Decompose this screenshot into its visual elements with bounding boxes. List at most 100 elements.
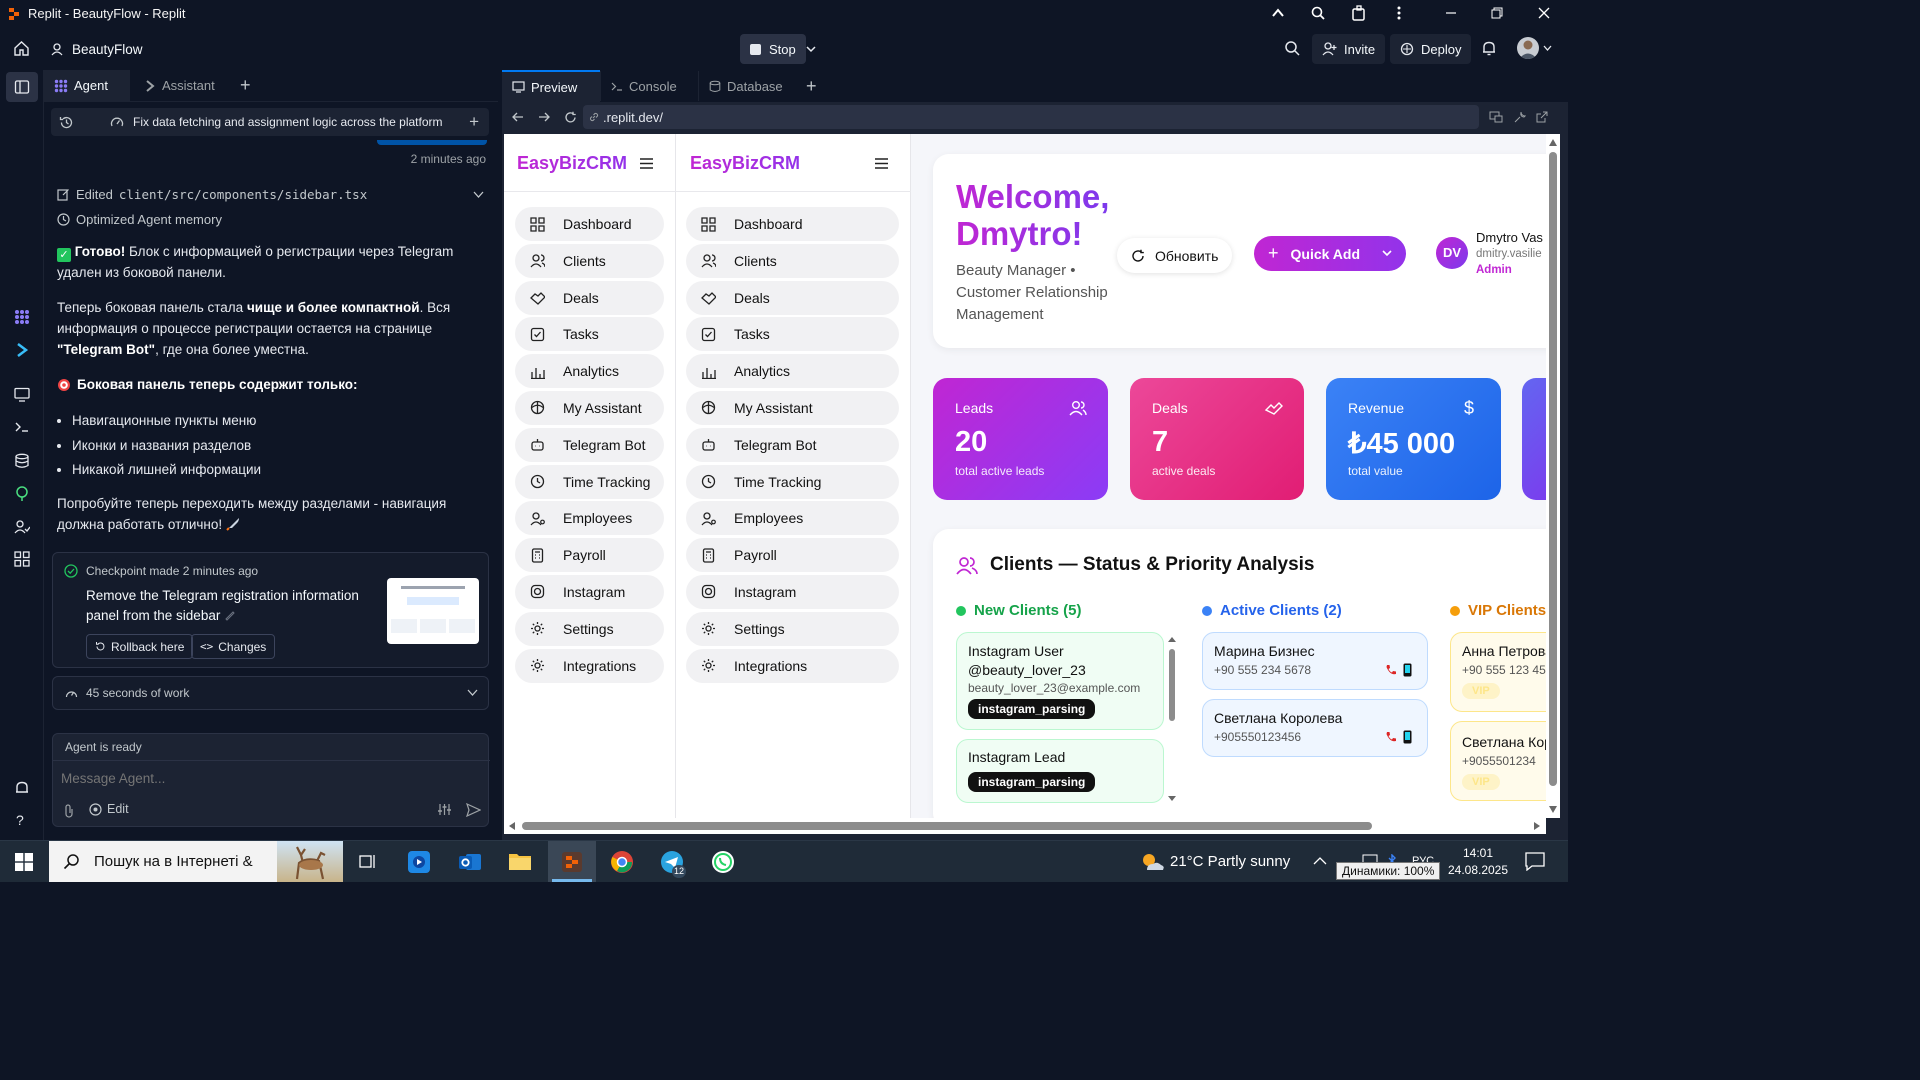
phone-icon[interactable] — [1385, 731, 1397, 743]
file-explorer-icon[interactable] — [508, 850, 532, 872]
project-switcher[interactable]: BeautyFlow — [44, 34, 149, 64]
url-field[interactable]: .replit.dev/ — [583, 105, 1479, 129]
sidebar-item-employees[interactable]: Employees — [515, 501, 664, 536]
sidebar-item-settings[interactable]: Settings — [686, 611, 899, 646]
sidebar-item-clients[interactable]: Clients — [686, 243, 899, 278]
changes-button[interactable]: <> Changes — [191, 634, 276, 659]
settings-sliders-icon[interactable] — [437, 803, 452, 816]
tab-console[interactable]: Console — [600, 71, 698, 101]
sidebar-item-payroll[interactable]: Payroll — [515, 538, 664, 573]
quick-add-button[interactable]: + Quick Add — [1254, 236, 1406, 271]
sidebar-item-settings[interactable]: Settings — [515, 611, 664, 646]
task-view-icon[interactable] — [359, 853, 377, 870]
collapse-icon[interactable] — [1270, 5, 1286, 21]
chrome-icon[interactable] — [610, 850, 634, 874]
sidebar-item-instagram[interactable]: Instagram — [686, 574, 899, 609]
forward-icon[interactable] — [538, 111, 551, 123]
taskbar-active-app[interactable] — [548, 841, 596, 882]
expand-chevron-icon[interactable] — [473, 191, 484, 199]
sidebar-item-tasks[interactable]: Tasks — [515, 317, 664, 352]
weather-text[interactable]: 21°C Partly sunny — [1170, 853, 1290, 870]
help-alert-icon[interactable] — [14, 780, 30, 796]
windows-start-icon[interactable] — [15, 853, 33, 871]
sidebar-item-analytics[interactable]: Analytics — [515, 354, 664, 389]
chevron-down-icon[interactable] — [805, 43, 817, 55]
mobile-icon[interactable] — [1403, 663, 1412, 677]
outlook-icon[interactable] — [458, 850, 482, 874]
agent-rail-icon[interactable] — [14, 309, 30, 325]
tab-database[interactable]: Database — [698, 71, 798, 101]
sidebar-item-dashboard[interactable]: Dashboard — [515, 207, 664, 241]
work-summary[interactable]: 45 seconds of work — [52, 676, 489, 710]
user-avatar[interactable]: DV — [1436, 237, 1468, 269]
home-icon[interactable] — [13, 40, 30, 57]
close-icon[interactable] — [1537, 6, 1551, 20]
attach-icon[interactable] — [63, 803, 75, 818]
media-player-icon[interactable] — [407, 850, 431, 874]
tab-preview[interactable]: Preview — [502, 70, 600, 102]
sidebar-item-telegram-bot[interactable]: Telegram Bot — [515, 427, 664, 462]
hamburger-icon[interactable] — [875, 158, 888, 169]
console-rail-icon[interactable] — [14, 420, 30, 434]
phone-icon[interactable] — [1385, 664, 1397, 676]
maximize-icon[interactable] — [1490, 6, 1504, 20]
minimize-icon[interactable] — [1445, 6, 1457, 20]
client-card[interactable]: Instagram User @beauty_lover_23 beauty_l… — [956, 632, 1164, 730]
avatar[interactable] — [1517, 37, 1539, 59]
sidebar-item-my-assistant[interactable]: My Assistant — [686, 390, 899, 425]
preview-new-tab-plus-icon[interactable]: + — [806, 76, 817, 97]
new-clients-scrollbar[interactable] — [1168, 637, 1176, 801]
wrench-icon[interactable] — [1513, 111, 1526, 124]
sidebar-item-deals[interactable]: Deals — [515, 280, 664, 315]
devtools-icon[interactable] — [1489, 111, 1503, 123]
sidebar-item-integrations[interactable]: Integrations — [515, 648, 664, 683]
more-vertical-icon[interactable] — [1394, 5, 1404, 21]
taskbar-search[interactable]: Пошук на в Інтернеті & — [49, 841, 343, 882]
mobile-icon[interactable] — [1403, 730, 1412, 744]
deployments-rail-icon[interactable] — [14, 486, 30, 502]
sidebar-item-deals[interactable]: Deals — [686, 280, 899, 315]
new-thread-plus-icon[interactable]: + — [469, 112, 479, 132]
sidebar-item-employees[interactable]: Employees — [686, 501, 899, 536]
deploy-button[interactable]: Deploy — [1390, 34, 1472, 64]
zoom-icon[interactable] — [1310, 5, 1326, 21]
refresh-button[interactable]: Обновить — [1117, 238, 1233, 273]
help-icon[interactable]: ? — [16, 812, 24, 828]
stat-card-partial[interactable] — [1522, 378, 1546, 500]
checkpoint-thumbnail[interactable] — [387, 578, 479, 644]
sidebar-item-integrations[interactable]: Integrations — [686, 648, 899, 683]
invite-button[interactable]: Invite — [1312, 34, 1386, 64]
sidebar-item-time-tracking[interactable]: Time Tracking — [515, 464, 664, 499]
sidebar-item-clients[interactable]: Clients — [515, 243, 664, 278]
sidebar-item-instagram[interactable]: Instagram — [515, 574, 664, 609]
open-new-window-icon[interactable] — [1536, 111, 1548, 123]
send-icon[interactable] — [466, 803, 481, 817]
sidebar-item-tasks[interactable]: Tasks — [686, 317, 899, 352]
hamburger-icon[interactable] — [640, 158, 653, 169]
webview-rail-icon[interactable] — [14, 387, 30, 402]
search-icon[interactable] — [1284, 40, 1301, 57]
stat-card-leads[interactable]: Leads 20 total active leads — [933, 378, 1108, 500]
client-card[interactable]: Светлана Кор +9055501234 VIP — [1450, 721, 1546, 801]
client-card[interactable]: Анна Петрова +90 555 123 45 VIP — [1450, 632, 1546, 712]
extensions-icon[interactable] — [1351, 5, 1368, 22]
stat-card-revenue[interactable]: Revenue $ ₺45 000 total value — [1326, 378, 1501, 500]
sidebar-item-analytics[interactable]: Analytics — [686, 354, 899, 389]
message-agent-input[interactable] — [61, 766, 481, 790]
reload-icon[interactable] — [564, 111, 577, 124]
app-horizontal-scrollbar[interactable] — [504, 818, 1546, 834]
sidebar-item-dashboard[interactable]: Dashboard — [686, 207, 899, 241]
client-card[interactable]: Марина Бизнес +90 555 234 5678 — [1202, 632, 1428, 690]
database-rail-icon[interactable] — [14, 453, 30, 469]
stat-card-deals[interactable]: Deals 7 active deals — [1130, 378, 1304, 500]
sidebar-item-my-assistant[interactable]: My Assistant — [515, 390, 664, 425]
whatsapp-icon[interactable] — [711, 850, 735, 874]
sidebar-item-payroll[interactable]: Payroll — [686, 538, 899, 573]
assistant-rail-icon[interactable] — [14, 342, 30, 358]
tab-agent[interactable]: Agent — [44, 69, 130, 102]
account-chevron-icon[interactable] — [1543, 45, 1552, 52]
tab-assistant[interactable]: Assistant — [130, 71, 230, 101]
edit-mode-button[interactable]: Edit — [89, 802, 129, 816]
history-icon[interactable] — [59, 115, 74, 130]
back-icon[interactable] — [511, 111, 524, 123]
